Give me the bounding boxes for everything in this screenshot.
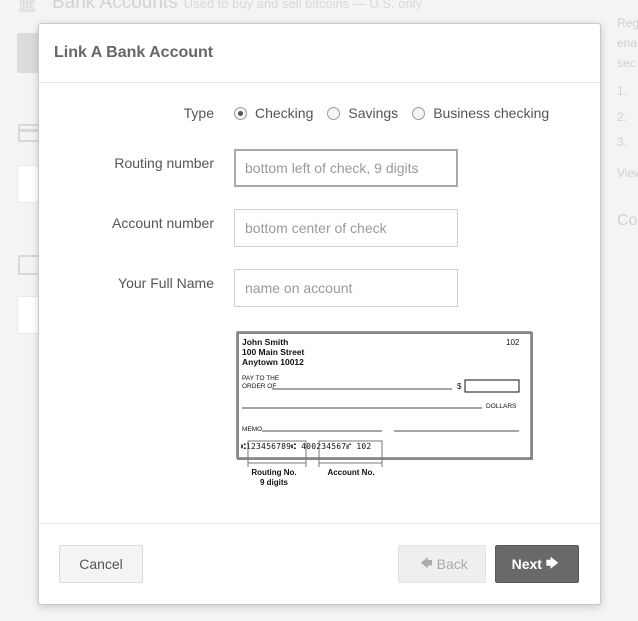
check-city: Anytown 10012 — [242, 357, 304, 367]
sidebar-link: View — [617, 166, 638, 180]
radio-label: Business checking — [433, 105, 550, 121]
sidebar-text: Reg — [617, 16, 638, 30]
sidebar-text: sec — [617, 56, 636, 70]
radio-button[interactable] — [327, 106, 341, 120]
sidebar-list-item: 1. — [617, 84, 628, 98]
check-memo: MEMO — [242, 426, 262, 433]
full-name-input[interactable] — [234, 269, 458, 307]
check-number: 102 — [506, 338, 520, 347]
sidebar-heading: Co — [617, 212, 638, 229]
cancel-button[interactable]: Cancel — [59, 545, 143, 583]
routing-caption-2: 9 digits — [260, 478, 289, 487]
modal-header: Link A Bank Account — [39, 24, 600, 83]
arrow-left-icon: 🡄 — [420, 555, 433, 570]
sidebar-list-item: 2. — [617, 110, 628, 124]
sidebar-list-item: 3. — [617, 135, 628, 149]
link-bank-account-modal: Link A Bank Account Type Checking Saving… — [38, 23, 601, 605]
sidebar-text: ena — [617, 36, 638, 50]
radio-button-checked[interactable] — [234, 106, 247, 120]
check-street: 100 Main Street — [242, 347, 305, 357]
type-label: Type — [183, 105, 214, 121]
page-title: Bank Accounts Used to buy and sell bitcoi… — [52, 0, 423, 13]
routing-number-input[interactable] — [234, 149, 458, 187]
check-dollar-sign: $ — [457, 382, 462, 391]
sample-check-illustration: John Smith 100 Main Street Anytown 10012… — [234, 330, 534, 488]
account-caption: Account No. — [327, 468, 374, 477]
routing-number-label: Routing number — [114, 155, 214, 171]
back-button[interactable]: 🡄 Back — [398, 545, 486, 583]
account-number-input[interactable] — [234, 209, 458, 247]
cancel-button-label: Cancel — [79, 556, 123, 572]
account-number-label: Account number — [112, 215, 214, 231]
modal-footer: Cancel 🡄 Back Next 🡆 — [39, 523, 600, 604]
check-name: John Smith — [242, 337, 288, 347]
full-name-label: Your Full Name — [118, 275, 214, 291]
next-button[interactable]: Next 🡆 — [495, 545, 579, 583]
check-image: John Smith 100 Main Street Anytown 10012… — [236, 331, 533, 487]
radio-business-checking[interactable]: Business checking — [412, 105, 549, 121]
routing-caption-1: Routing No. — [251, 468, 296, 477]
check-pay-to-1: PAY TO THE — [242, 375, 280, 382]
next-button-label: Next — [511, 556, 542, 572]
radio-label: Savings — [348, 105, 399, 121]
modal-title: Link A Bank Account — [54, 44, 214, 61]
radio-label: Checking — [255, 105, 314, 121]
check-pay-to-2: ORDER OF — [242, 383, 276, 390]
check-dollars: DOLLARS — [486, 403, 517, 410]
arrow-right-icon: 🡆 — [545, 555, 559, 570]
radio-button[interactable] — [412, 106, 426, 120]
radio-savings[interactable]: Savings — [327, 105, 398, 121]
back-button-label: Back — [436, 556, 468, 572]
bank-icon: 🏛 — [17, 0, 38, 13]
account-type-radio-group: Checking Savings Business checking — [234, 105, 563, 121]
radio-checking[interactable]: Checking — [234, 105, 313, 121]
